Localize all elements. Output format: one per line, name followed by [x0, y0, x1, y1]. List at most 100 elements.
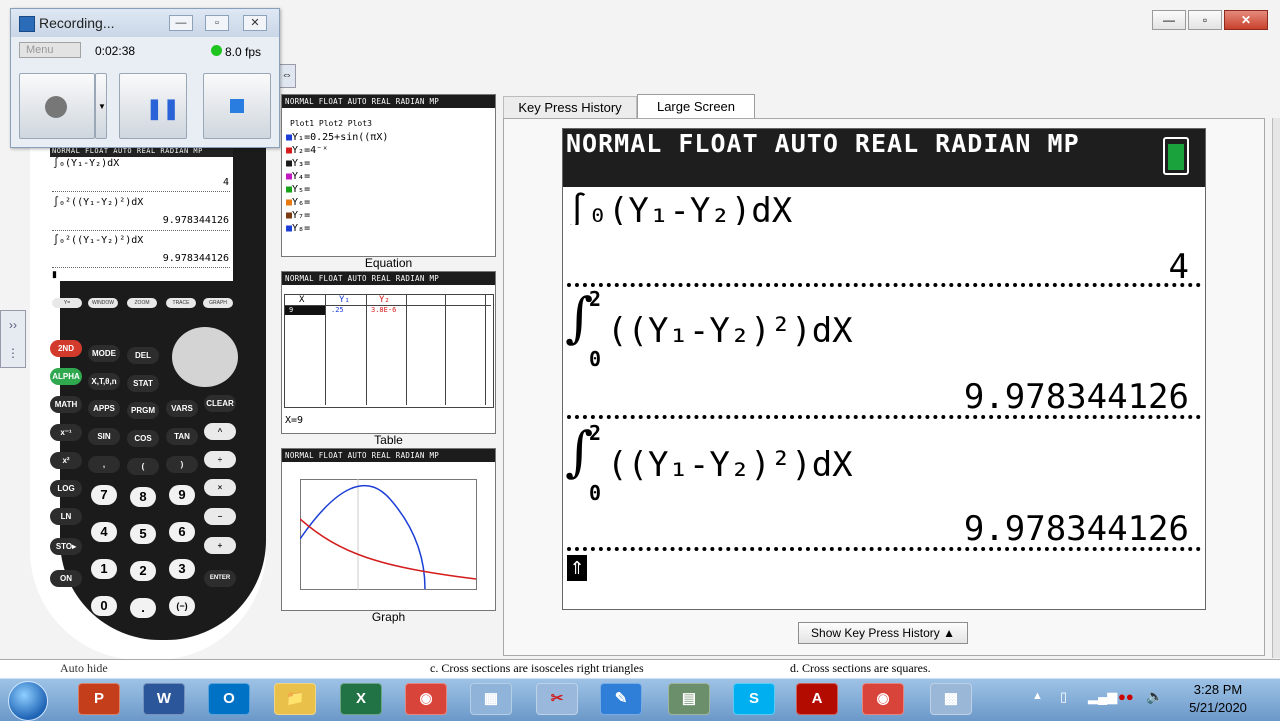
tab-key-press-history[interactable]: Key Press History	[503, 96, 637, 118]
system-clock[interactable]: 3:28 PM 5/21/2020	[1168, 681, 1268, 717]
powerpoint-icon[interactable]: P	[78, 683, 120, 715]
side-expand-icon[interactable]: ›› ⋮	[0, 310, 26, 368]
key-store[interactable]: STO▸	[50, 538, 82, 555]
equation-panel[interactable]: NORMAL FLOAT AUTO REAL RADIAN MP Plot1 P…	[281, 94, 496, 257]
key-log[interactable]: LOG	[50, 480, 82, 497]
tab-large-screen[interactable]: Large Screen	[637, 94, 755, 119]
key-square[interactable]: x²	[50, 452, 82, 469]
y6-equation[interactable]: ■Y₆=	[286, 197, 310, 208]
key-ln[interactable]: LN	[50, 508, 82, 525]
key-power[interactable]: ^	[204, 423, 236, 440]
key-right-paren[interactable]: )	[166, 456, 198, 473]
y5-equation[interactable]: ■Y₅=	[286, 184, 310, 195]
skype-icon[interactable]: S	[733, 683, 775, 715]
vertical-scrollbar[interactable]	[1272, 118, 1280, 658]
key-2nd[interactable]: 2ND	[50, 340, 82, 357]
y2-equation[interactable]: ■Y₂=4⁻ˣ	[286, 145, 328, 156]
key-1[interactable]: 1	[91, 559, 117, 579]
recorder-minimize-button[interactable]: —	[169, 15, 193, 31]
calculator-icon[interactable]: ▦	[470, 683, 512, 715]
key-5[interactable]: 5	[130, 524, 156, 544]
key-comma[interactable]: ,	[88, 456, 120, 473]
key-enter[interactable]: ENTER	[204, 570, 236, 587]
key-7[interactable]: 7	[91, 485, 117, 505]
table-cell-y2[interactable]: 3.8E-6	[371, 306, 396, 314]
device-icon[interactable]: ▯	[1060, 689, 1067, 705]
key-xtn[interactable]: X,T,θ,n	[88, 373, 120, 390]
outlook-icon[interactable]: O	[208, 683, 250, 715]
key-2[interactable]: 2	[130, 561, 156, 581]
key-math[interactable]: MATH	[50, 396, 82, 413]
collapse-icon[interactable]: ⇔	[278, 64, 296, 88]
recorder-maximize-button[interactable]: ▫	[205, 15, 229, 31]
y4-equation[interactable]: ■Y₄=	[286, 171, 310, 182]
stop-button[interactable]	[203, 73, 271, 139]
ti-connect-icon[interactable]: ▤	[668, 683, 710, 715]
key-zoom[interactable]: ZOOM	[127, 298, 157, 308]
key-8[interactable]: 8	[130, 487, 156, 507]
key-y-equals[interactable]: Y=	[52, 298, 82, 308]
key-prgm[interactable]: PRGM	[127, 402, 159, 419]
recording-tray-icon[interactable]: ●●	[1118, 689, 1134, 704]
notes-icon[interactable]: ✎	[600, 683, 642, 715]
minimize-button[interactable]: —	[1152, 10, 1186, 30]
snipping-tool-icon[interactable]: ✂	[536, 683, 578, 715]
network-icon[interactable]: ▂▄▆	[1088, 689, 1117, 705]
acrobat-icon[interactable]: A	[796, 683, 838, 715]
key-0[interactable]: 0	[91, 596, 117, 616]
key-divide[interactable]: ÷	[204, 451, 236, 468]
recorder-close-button[interactable]: ✕	[243, 15, 267, 31]
y3-equation[interactable]: ■Y₃=	[286, 158, 310, 169]
key-minus[interactable]: −	[204, 508, 236, 525]
key-alpha[interactable]: ALPHA	[50, 368, 82, 385]
key-left-paren[interactable]: (	[127, 458, 159, 475]
recorder-menu-button[interactable]: Menu	[19, 42, 81, 58]
arrow-pad-icon[interactable]	[172, 327, 238, 387]
key-on[interactable]: ON	[50, 570, 82, 587]
chrome-icon[interactable]: ◉	[862, 683, 904, 715]
table-cell-y1[interactable]: .25	[331, 306, 344, 314]
key-vars[interactable]: VARS	[166, 400, 198, 417]
file-explorer-icon[interactable]: 📁	[274, 683, 316, 715]
key-6[interactable]: 6	[169, 522, 195, 542]
maximize-button[interactable]: ▫	[1188, 10, 1222, 30]
show-key-press-history-button[interactable]: Show Key Press History ▲	[798, 622, 968, 644]
key-tan[interactable]: TAN	[166, 428, 198, 445]
key-cos[interactable]: COS	[127, 430, 159, 447]
key-trace[interactable]: TRACE	[166, 298, 196, 308]
table-cell-x[interactable]: 9	[285, 306, 325, 315]
close-button[interactable]: ✕	[1224, 10, 1268, 30]
pause-button[interactable]: ❚❚	[119, 73, 187, 139]
key-4[interactable]: 4	[91, 522, 117, 542]
volume-icon[interactable]: 🔈	[1146, 688, 1163, 705]
key-mode[interactable]: MODE	[88, 345, 120, 362]
key-plus[interactable]: +	[204, 537, 236, 554]
y1-equation[interactable]: ■Y₁=0.25+sin((πX)	[286, 132, 388, 143]
record-button[interactable]	[19, 73, 95, 139]
table-panel[interactable]: NORMAL FLOAT AUTO REAL RADIAN MP X Y₁ Y₂…	[281, 271, 496, 434]
record-options-dropdown[interactable]: ▼	[95, 73, 107, 139]
key-clear[interactable]: CLEAR	[204, 395, 236, 412]
y8-equation[interactable]: ■Y₈=	[286, 223, 310, 234]
key-decimal[interactable]: .	[130, 598, 156, 618]
key-graph[interactable]: GRAPH	[203, 298, 233, 308]
key-sin[interactable]: SIN	[88, 428, 120, 445]
excel-icon[interactable]: X	[340, 683, 382, 715]
graph-panel[interactable]: NORMAL FLOAT AUTO REAL RADIAN MP	[281, 448, 496, 611]
word-icon[interactable]: W	[143, 683, 185, 715]
plot-selectors[interactable]: Plot1 Plot2 Plot3	[290, 119, 372, 128]
y7-equation[interactable]: ■Y₇=	[286, 210, 310, 221]
key-inverse[interactable]: x⁻¹	[50, 424, 82, 441]
chrome-icon[interactable]: ◉	[405, 683, 447, 715]
key-3[interactable]: 3	[169, 559, 195, 579]
key-apps[interactable]: APPS	[88, 400, 120, 417]
tray-expand-icon[interactable]: ▲	[1032, 690, 1043, 702]
key-stat[interactable]: STAT	[127, 375, 159, 392]
key-9[interactable]: 9	[169, 485, 195, 505]
start-button[interactable]	[8, 681, 48, 721]
key-window[interactable]: WINDOW	[88, 298, 118, 308]
screen-recorder-icon[interactable]: ▩	[930, 683, 972, 715]
key-del[interactable]: DEL	[127, 347, 159, 364]
key-negative[interactable]: (−)	[169, 596, 195, 616]
key-multiply[interactable]: ×	[204, 479, 236, 496]
